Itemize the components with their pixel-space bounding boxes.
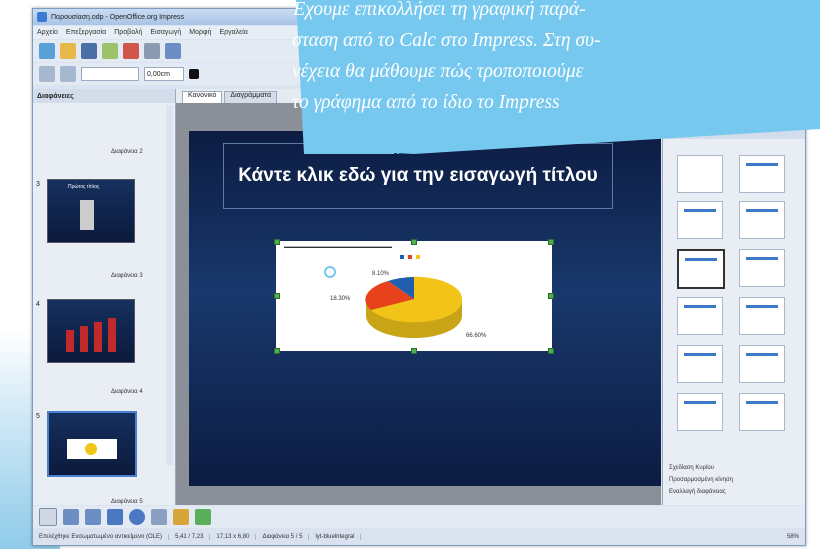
layout-title-text[interactable]	[677, 297, 723, 335]
arrow-tool-icon[interactable]	[85, 509, 101, 525]
callout-anchor-dot	[324, 266, 336, 278]
menu-edit[interactable]: Επεξεργασία	[66, 29, 106, 36]
slide-5-number: 5	[36, 413, 40, 420]
app-icon	[37, 12, 47, 22]
slide-3-image	[80, 200, 94, 230]
menu-insert[interactable]: Εισαγωγή	[150, 29, 181, 36]
line-width-field[interactable]: 0,00cm	[144, 67, 184, 81]
slide-2-caption: Διαφάνεια 2	[111, 149, 143, 155]
layout-image-text[interactable]	[739, 393, 785, 431]
slide-5-thumbnail[interactable]	[47, 411, 137, 477]
task-link-animation[interactable]: Προσαρμοσμένη κίνηση	[669, 477, 733, 483]
slide-3-caption: Διαφάνεια 3	[111, 273, 143, 279]
menu-format[interactable]: Μορφή	[189, 29, 211, 36]
status-master: lyt-bluelntegral	[309, 534, 362, 540]
pct-label-red: 18.30%	[330, 296, 351, 302]
status-position: 5,41 / 7,23	[169, 534, 211, 540]
rectangle-tool-icon[interactable]	[107, 509, 123, 525]
layout-title-chart[interactable]	[739, 297, 785, 335]
status-message: Επιλέχθηκε Ενσωματωμένο αντικείμενο (OLE…	[33, 534, 170, 540]
text-tool-icon[interactable]	[151, 509, 167, 525]
drawing-toolbar	[33, 506, 805, 528]
line-style-select[interactable]	[81, 67, 139, 81]
status-size: 17,13 x 6,80	[210, 534, 257, 540]
slides-panel: Διαφάνειες Διαφάνεια 2 3 Πρώτος τίτλος Δ…	[33, 89, 176, 505]
callout-text: Έχουμε επικολλήσει τη γραφική παρά- στασ…	[292, 0, 601, 113]
task-link-transition[interactable]: Εναλλαγή διαφάνειας	[669, 489, 726, 495]
window-title: Παρουσίαση.odp - OpenOffice.org Impress	[51, 13, 184, 21]
layout-title-object[interactable]	[677, 249, 725, 289]
layout-title-table[interactable]	[677, 345, 723, 383]
line-color-icon[interactable]	[189, 69, 199, 79]
shapes-tool-icon[interactable]	[195, 509, 211, 525]
resize-handle[interactable]	[411, 239, 417, 245]
menu-file[interactable]: Αρχείο	[37, 29, 58, 36]
line-style-icon[interactable]	[39, 66, 55, 82]
ellipse-tool-icon[interactable]	[129, 509, 145, 525]
tab-normal[interactable]: Κανονικό	[182, 91, 223, 103]
slide-3-thumbnail[interactable]: Πρώτος τίτλος	[47, 179, 135, 243]
spellcheck-icon[interactable]	[165, 43, 181, 59]
resize-handle[interactable]	[548, 348, 554, 354]
status-zoom: 58%	[786, 534, 799, 540]
tab-outline[interactable]: Διαγράμματα	[224, 91, 278, 103]
layout-title-only[interactable]	[739, 155, 785, 193]
slide-4-thumbnail[interactable]	[47, 299, 135, 363]
pct-label-blue: 8.10%	[372, 271, 390, 277]
menu-tools[interactable]: Εργαλεία	[219, 29, 247, 36]
menu-view[interactable]: Προβολή	[114, 29, 142, 36]
print-icon[interactable]	[144, 43, 160, 59]
select-tool-icon[interactable]	[39, 508, 57, 526]
new-icon[interactable]	[39, 43, 55, 59]
embedded-chart[interactable]: ▬▬▬▬▬▬▬▬▬▬▬▬▬▬▬▬▬▬▬▬▬▬▬▬ 8.10% 18.30% 66…	[276, 241, 552, 351]
save-icon[interactable]	[81, 43, 97, 59]
slide-4-caption: Διαφάνεια 4	[111, 389, 143, 395]
slide-3-heading: Πρώτος τίτλος	[68, 184, 100, 190]
resize-handle[interactable]	[274, 239, 280, 245]
edit-icon[interactable]	[102, 43, 118, 59]
task-link-master[interactable]: Σχεδίαση Κυρίου	[669, 465, 714, 471]
star-tool-icon[interactable]	[173, 509, 189, 525]
layout-blank[interactable]	[677, 155, 723, 193]
pct-label-yellow: 66.60%	[466, 333, 487, 339]
slide-3-number: 3	[36, 181, 40, 188]
current-slide[interactable]: Κάντε κλικ εδώ για την εισαγωγή τίτλου ▬…	[189, 131, 661, 486]
layout-centered-text[interactable]	[739, 249, 785, 287]
resize-handle[interactable]	[411, 348, 417, 354]
layout-chart-text[interactable]	[677, 393, 723, 431]
resize-handle[interactable]	[548, 239, 554, 245]
resize-handle[interactable]	[548, 293, 554, 299]
layout-title-image[interactable]	[739, 345, 785, 383]
export-pdf-icon[interactable]	[123, 43, 139, 59]
status-bar: Επιλέχθηκε Ενσωματωμένο αντικείμενο (OLE…	[33, 529, 805, 545]
layout-two-content[interactable]	[739, 201, 785, 239]
slide-5-caption: Διαφάνεια 5	[111, 499, 143, 505]
layout-title-content[interactable]	[677, 201, 723, 239]
slides-panel-title: Διαφάνειες	[33, 89, 175, 103]
status-slide: Διαφάνεια 5 / 5	[256, 534, 310, 540]
slides-scrollbar[interactable]	[166, 105, 173, 465]
slide-4-number: 4	[36, 301, 40, 308]
arrow-style-icon[interactable]	[60, 66, 76, 82]
resize-handle[interactable]	[274, 293, 280, 299]
open-icon[interactable]	[60, 43, 76, 59]
resize-handle[interactable]	[274, 348, 280, 354]
pie-chart	[365, 276, 463, 338]
line-tool-icon[interactable]	[63, 509, 79, 525]
